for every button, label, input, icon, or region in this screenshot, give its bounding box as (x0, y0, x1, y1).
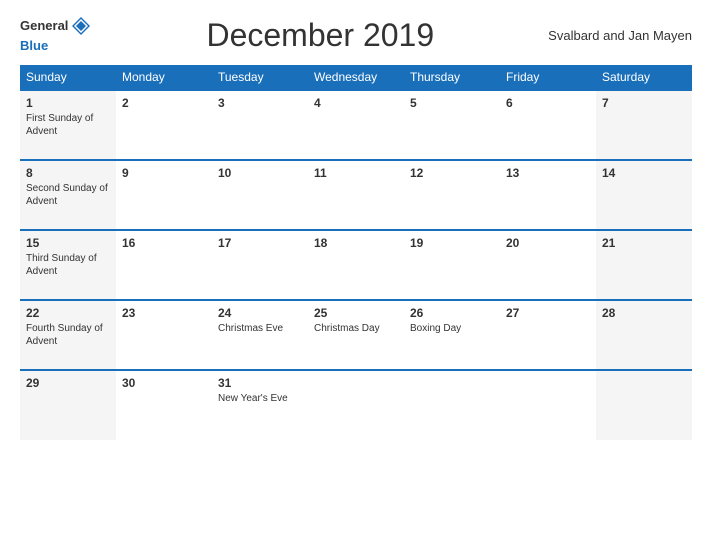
day-number: 27 (506, 306, 590, 320)
day-cell: 10 (212, 160, 308, 230)
day-number: 2 (122, 96, 206, 110)
day-cell: 13 (500, 160, 596, 230)
day-number: 19 (410, 236, 494, 250)
day-cell: 4 (308, 90, 404, 160)
week-row-3: 22 Fourth Sunday of Advent 23 24 Christmas E… (20, 300, 692, 370)
day-cell: 19 (404, 230, 500, 300)
header-thursday: Thursday (404, 65, 500, 90)
day-cell: 3 (212, 90, 308, 160)
day-cell (308, 370, 404, 440)
event-label: First Sunday of Advent (26, 112, 110, 138)
day-number: 23 (122, 306, 206, 320)
day-number: 14 (602, 166, 686, 180)
header-friday: Friday (500, 65, 596, 90)
day-number: 21 (602, 236, 686, 250)
day-number: 18 (314, 236, 398, 250)
day-cell: 25 Christmas Day (308, 300, 404, 370)
event-label: Christmas Day (314, 322, 398, 335)
day-cell: 26 Boxing Day (404, 300, 500, 370)
week-row-4: 29 30 31 New Year's Eve (20, 370, 692, 440)
event-label: Boxing Day (410, 322, 494, 335)
month-title: December 2019 (206, 17, 434, 54)
header-saturday: Saturday (596, 65, 692, 90)
day-number: 7 (602, 96, 686, 110)
day-number: 16 (122, 236, 206, 250)
day-number: 13 (506, 166, 590, 180)
week-row-1: 8 Second Sunday of Advent 9 10 11 12 13 14 (20, 160, 692, 230)
event-label: Second Sunday of Advent (26, 182, 110, 208)
header-tuesday: Tuesday (212, 65, 308, 90)
day-number: 12 (410, 166, 494, 180)
day-number: 22 (26, 306, 110, 320)
day-cell: 14 (596, 160, 692, 230)
calendar-page: General Blue December 2019 Svalbard and … (0, 0, 712, 550)
day-number: 30 (122, 376, 206, 390)
logo-flag-icon (70, 15, 92, 37)
header-sunday: Sunday (20, 65, 116, 90)
day-cell: 22 Fourth Sunday of Advent (20, 300, 116, 370)
event-label: Third Sunday of Advent (26, 252, 110, 278)
week-row-0: 1 First Sunday of Advent 234567 (20, 90, 692, 160)
day-cell: 24 Christmas Eve (212, 300, 308, 370)
day-number: 9 (122, 166, 206, 180)
day-cell: 29 (20, 370, 116, 440)
header-wednesday: Wednesday (308, 65, 404, 90)
region-label: Svalbard and Jan Mayen (548, 28, 692, 43)
day-number: 6 (506, 96, 590, 110)
event-label: Fourth Sunday of Advent (26, 322, 110, 348)
day-cell: 21 (596, 230, 692, 300)
day-cell: 8 Second Sunday of Advent (20, 160, 116, 230)
day-cell (404, 370, 500, 440)
day-number: 4 (314, 96, 398, 110)
day-number: 28 (602, 306, 686, 320)
weekday-header-row: Sunday Monday Tuesday Wednesday Thursday… (20, 65, 692, 90)
day-cell: 30 (116, 370, 212, 440)
event-label: Christmas Eve (218, 322, 302, 335)
day-number: 26 (410, 306, 494, 320)
logo-general: General (20, 19, 68, 33)
day-number: 15 (26, 236, 110, 250)
day-number: 31 (218, 376, 302, 390)
event-label: New Year's Eve (218, 392, 302, 405)
day-number: 17 (218, 236, 302, 250)
calendar-table: Sunday Monday Tuesday Wednesday Thursday… (20, 65, 692, 440)
day-number: 25 (314, 306, 398, 320)
day-cell: 31 New Year's Eve (212, 370, 308, 440)
day-number: 8 (26, 166, 110, 180)
logo: General Blue (20, 15, 92, 55)
day-number: 20 (506, 236, 590, 250)
header-monday: Monday (116, 65, 212, 90)
logo-blue: Blue (20, 38, 48, 53)
day-cell: 1 First Sunday of Advent (20, 90, 116, 160)
day-cell: 20 (500, 230, 596, 300)
day-cell: 9 (116, 160, 212, 230)
day-cell: 16 (116, 230, 212, 300)
day-number: 11 (314, 166, 398, 180)
day-cell: 18 (308, 230, 404, 300)
day-cell (500, 370, 596, 440)
day-cell: 11 (308, 160, 404, 230)
day-cell: 17 (212, 230, 308, 300)
day-number: 5 (410, 96, 494, 110)
day-number: 24 (218, 306, 302, 320)
day-number: 29 (26, 376, 110, 390)
day-cell: 6 (500, 90, 596, 160)
day-cell: 27 (500, 300, 596, 370)
day-number: 1 (26, 96, 110, 110)
week-row-2: 15 Third Sunday of Advent 16 17 18 19 20 21 (20, 230, 692, 300)
day-cell: 5 (404, 90, 500, 160)
day-number: 3 (218, 96, 302, 110)
logo-text: General Blue (20, 15, 92, 55)
day-number: 10 (218, 166, 302, 180)
header: General Blue December 2019 Svalbard and … (20, 15, 692, 55)
day-cell: 7 (596, 90, 692, 160)
day-cell: 12 (404, 160, 500, 230)
day-cell: 23 (116, 300, 212, 370)
day-cell (596, 370, 692, 440)
day-cell: 15 Third Sunday of Advent (20, 230, 116, 300)
day-cell: 2 (116, 90, 212, 160)
day-cell: 28 (596, 300, 692, 370)
